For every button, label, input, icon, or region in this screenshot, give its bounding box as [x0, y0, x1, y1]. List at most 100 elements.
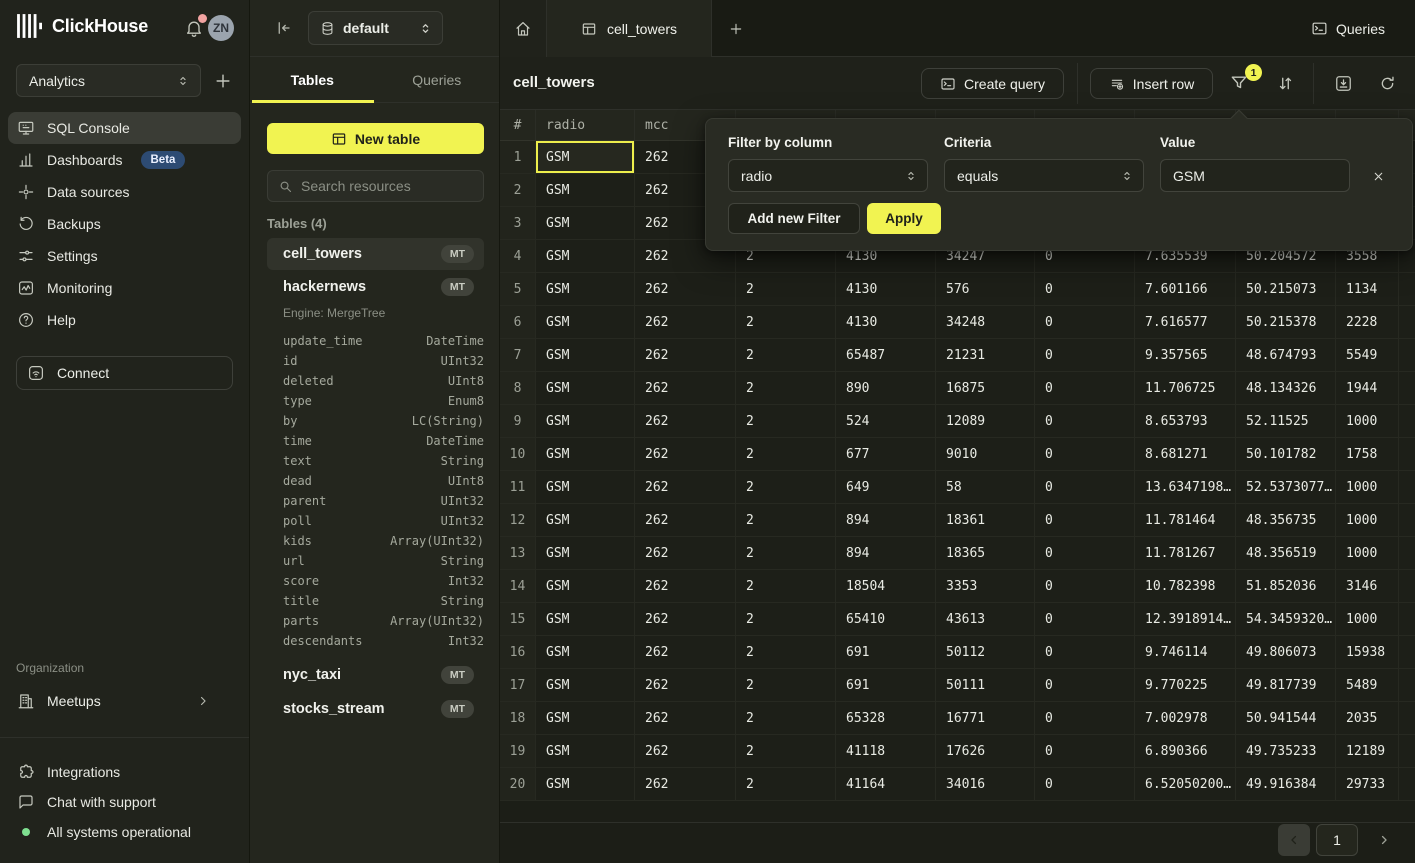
tab-queries[interactable]: Queries: [375, 57, 500, 102]
apply-filter-button[interactable]: Apply: [867, 203, 941, 234]
table-cell[interactable]: 7.601166: [1135, 273, 1236, 305]
table-cell[interactable]: 18361: [936, 504, 1035, 536]
table-cell[interactable]: 262: [635, 603, 736, 635]
table-cell[interactable]: 48.356735: [1236, 504, 1336, 536]
create-query-button[interactable]: Create query: [921, 68, 1064, 99]
table-cell[interactable]: 2: [736, 504, 836, 536]
filter-column-select[interactable]: radio: [728, 159, 928, 192]
table-cell[interactable]: 9.357565: [1135, 339, 1236, 371]
table-cell[interactable]: GSM: [536, 372, 635, 404]
table-cell[interactable]: 1944: [1336, 372, 1399, 404]
table-cell[interactable]: 894: [836, 504, 936, 536]
sort-icon[interactable]: [1276, 74, 1295, 93]
table-cell[interactable]: GSM: [536, 636, 635, 668]
table-cell[interactable]: 7.002978: [1135, 702, 1236, 734]
table-item-stocks-stream[interactable]: stocks_stream MT: [267, 693, 484, 725]
home-button[interactable]: [500, 0, 547, 57]
table-cell[interactable]: 1000: [1336, 471, 1399, 503]
filter-value-input[interactable]: [1160, 159, 1350, 192]
table-cell[interactable]: 43613: [936, 603, 1035, 635]
table-cell[interactable]: 0: [1035, 438, 1135, 470]
table-cell[interactable]: 262: [635, 735, 736, 767]
table-cell[interactable]: 2: [736, 405, 836, 437]
table-cell[interactable]: GSM: [536, 570, 635, 602]
collapse-left-icon[interactable]: [274, 19, 292, 37]
table-cell[interactable]: 2: [736, 702, 836, 734]
table-cell[interactable]: 12.3918914…: [1135, 603, 1236, 635]
table-cell[interactable]: GSM: [536, 240, 635, 272]
sidebar-item-data-sources[interactable]: Data sources: [8, 176, 241, 208]
table-cell[interactable]: 18504: [836, 570, 936, 602]
table-cell[interactable]: 262: [635, 438, 736, 470]
table-cell[interactable]: GSM: [536, 504, 635, 536]
table-cell[interactable]: 894: [836, 537, 936, 569]
table-cell[interactable]: 0: [1035, 636, 1135, 668]
sidebar-item-sql-console[interactable]: SQL Console: [8, 112, 241, 144]
table-cell[interactable]: 41118: [836, 735, 936, 767]
table-cell[interactable]: 262: [635, 636, 736, 668]
table-cell[interactable]: 1000: [1336, 405, 1399, 437]
table-cell[interactable]: 262: [635, 372, 736, 404]
table-cell[interactable]: 54.3459320…: [1236, 603, 1336, 635]
table-cell[interactable]: 0: [1035, 603, 1135, 635]
tab-cell-towers[interactable]: cell_towers: [547, 0, 712, 57]
table-cell[interactable]: 262: [635, 306, 736, 338]
database-select[interactable]: default: [308, 11, 443, 45]
table-cell[interactable]: 49.806073: [1236, 636, 1336, 668]
table-cell[interactable]: 2: [736, 636, 836, 668]
table-cell[interactable]: 2: [736, 603, 836, 635]
table-cell[interactable]: 52.11525: [1236, 405, 1336, 437]
table-cell[interactable]: 11.781267: [1135, 537, 1236, 569]
table-cell[interactable]: 5489: [1336, 669, 1399, 701]
table-item-hackernews[interactable]: hackernews MT: [267, 271, 484, 303]
table-cell[interactable]: 1000: [1336, 603, 1399, 635]
table-cell[interactable]: 16771: [936, 702, 1035, 734]
table-cell[interactable]: 890: [836, 372, 936, 404]
table-cell[interactable]: 0: [1035, 405, 1135, 437]
table-cell[interactable]: 262: [635, 339, 736, 371]
table-cell[interactable]: GSM: [536, 339, 635, 371]
table-cell[interactable]: 50.215073: [1236, 273, 1336, 305]
pagination-page[interactable]: 1: [1316, 824, 1358, 856]
table-cell[interactable]: 0: [1035, 306, 1135, 338]
table-cell[interactable]: 1758: [1336, 438, 1399, 470]
table-cell[interactable]: GSM: [536, 438, 635, 470]
sidebar-item-help[interactable]: Help: [8, 304, 241, 336]
new-tab-button[interactable]: [712, 0, 760, 57]
table-cell[interactable]: 524: [836, 405, 936, 437]
table-cell[interactable]: 49.817739: [1236, 669, 1336, 701]
table-cell[interactable]: 262: [635, 471, 736, 503]
table-cell[interactable]: 4130: [836, 306, 936, 338]
table-cell[interactable]: 48.674793: [1236, 339, 1336, 371]
table-cell[interactable]: 50.215378: [1236, 306, 1336, 338]
table-cell[interactable]: 262: [635, 405, 736, 437]
table-cell[interactable]: 262: [635, 702, 736, 734]
table-cell[interactable]: 34016: [936, 768, 1035, 800]
table-cell[interactable]: 691: [836, 669, 936, 701]
table-cell[interactable]: 0: [1035, 339, 1135, 371]
table-cell[interactable]: GSM: [536, 207, 635, 239]
table-cell[interactable]: 13.6347198…: [1135, 471, 1236, 503]
table-item-cell-towers[interactable]: cell_towers MT: [267, 238, 484, 270]
table-cell[interactable]: 12089: [936, 405, 1035, 437]
table-cell[interactable]: 65487: [836, 339, 936, 371]
table-cell[interactable]: 3353: [936, 570, 1035, 602]
table-item-nyc-taxi[interactable]: nyc_taxi MT: [267, 659, 484, 691]
org-select[interactable]: Analytics: [16, 64, 201, 97]
table-cell[interactable]: GSM: [536, 768, 635, 800]
table-cell[interactable]: 691: [836, 636, 936, 668]
table-cell[interactable]: 34248: [936, 306, 1035, 338]
table-cell[interactable]: 21231: [936, 339, 1035, 371]
table-cell[interactable]: GSM: [536, 141, 635, 173]
table-cell[interactable]: 2: [736, 735, 836, 767]
add-new-filter-button[interactable]: Add new Filter: [728, 203, 860, 234]
table-cell[interactable]: 65328: [836, 702, 936, 734]
refresh-icon[interactable]: [1378, 74, 1397, 93]
table-cell[interactable]: 3146: [1336, 570, 1399, 602]
sidebar-item-meetups[interactable]: Meetups: [8, 684, 241, 718]
table-cell[interactable]: 2: [736, 339, 836, 371]
table-cell[interactable]: 11.781464: [1135, 504, 1236, 536]
table-cell[interactable]: 65410: [836, 603, 936, 635]
table-cell[interactable]: 0: [1035, 537, 1135, 569]
table-cell[interactable]: 16875: [936, 372, 1035, 404]
